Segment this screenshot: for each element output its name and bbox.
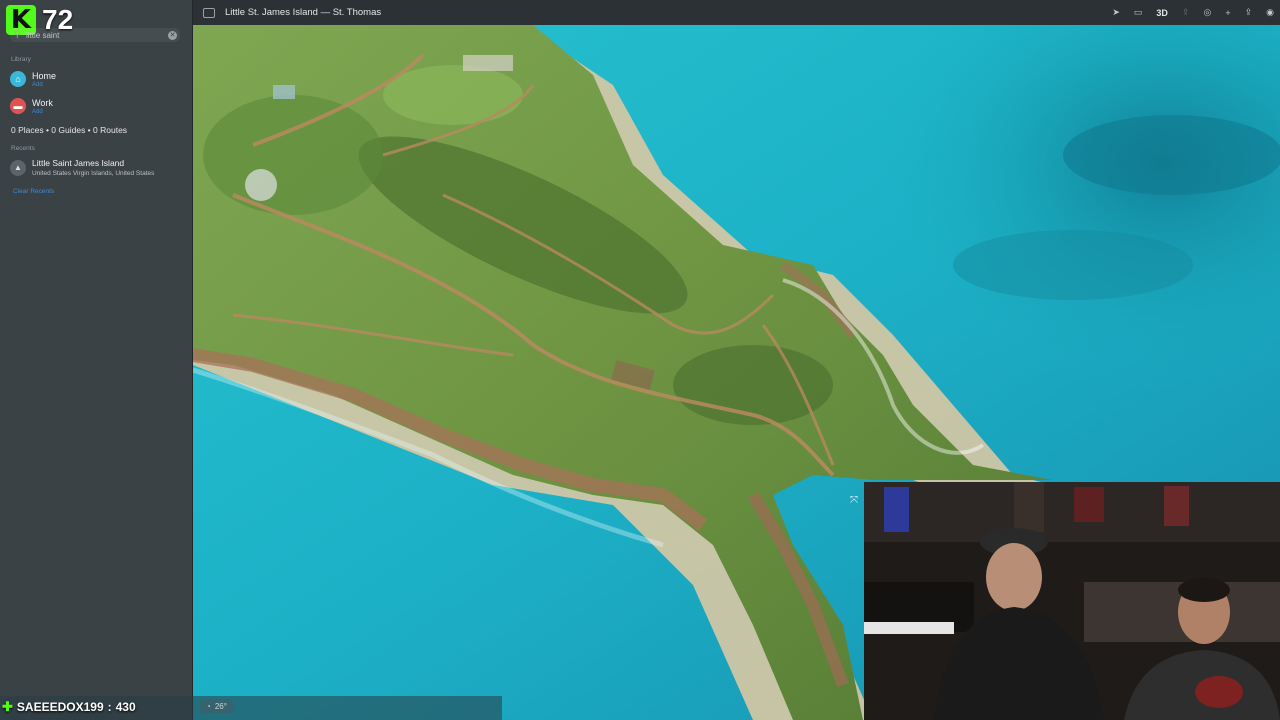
clear-recents-link[interactable]: Clear Recents — [13, 188, 54, 195]
search-icon: ⚲ — [14, 29, 21, 39]
toolbar: ➤ ▭ 3D ⇪ ◎ + ⇪ ◉ — [1112, 0, 1274, 25]
favorite-add-link[interactable]: Add — [32, 82, 56, 88]
elevation-indicator[interactable]: ◔ 26° — [200, 699, 233, 713]
3d-toggle-button[interactable]: 3D — [1156, 8, 1168, 18]
mouse-cursor-icon: ⤧ — [850, 495, 858, 506]
favorite-add-link[interactable]: Add — [32, 109, 53, 115]
favorite-home[interactable]: ⌂ Home Add — [10, 71, 56, 88]
share-icon-dim[interactable]: ⇪ — [1182, 7, 1190, 18]
recent-title: Little Saint James Island — [32, 158, 125, 168]
add-icon[interactable]: + — [1225, 8, 1230, 18]
briefcase-icon: ▬ — [10, 98, 26, 114]
favorite-title: Work — [32, 98, 53, 108]
library-counts[interactable]: 0 Places • 0 Guides • 0 Routes — [11, 125, 127, 135]
chat-value: 430 — [115, 700, 136, 714]
favorite-work[interactable]: ▬ Work Add — [10, 98, 53, 115]
tilt-icon: ◔ — [206, 701, 211, 711]
account-icon[interactable]: ◉ — [1266, 7, 1274, 18]
webcam-overlay — [864, 482, 1280, 720]
recents-label: Recents — [11, 145, 35, 152]
webcam-feed — [864, 482, 1280, 720]
sidebar-toggle-icon[interactable] — [203, 7, 215, 18]
elevation-value: 26° — [214, 701, 227, 711]
recent-item[interactable]: ▲ Little Saint James Island United State… — [10, 158, 154, 177]
title-bar: Little St. James Island — St. Thomas ➤ ▭… — [193, 0, 1280, 25]
location-arrow-icon[interactable]: ➤ — [1112, 7, 1120, 18]
share-icon[interactable]: ⇪ — [1245, 7, 1253, 18]
search-input[interactable] — [10, 29, 168, 41]
recent-subtitle: United States Virgin Islands, United Sta… — [32, 170, 155, 177]
house-icon: ⌂ — [10, 71, 26, 87]
window-title: Little St. James Island — St. Thomas — [225, 7, 382, 18]
library-label: Library — [11, 56, 31, 63]
island-pin-icon: ▲ — [10, 160, 26, 176]
chat-highlight: ✚ SAEEEDOX199 : 430 — [2, 699, 136, 715]
look-around-icon[interactable]: ◎ — [1203, 7, 1211, 18]
map-mode-icon[interactable]: ▭ — [1134, 7, 1143, 18]
sidebar: K 72 ⚲ ✕ Library ⌂ Home Add ▬ Work Add 0… — [0, 0, 193, 720]
favorite-title: Home — [32, 71, 57, 81]
plus-icon: ✚ — [2, 699, 13, 714]
search-field[interactable]: ⚲ ✕ — [10, 28, 180, 42]
chat-separator: : — [107, 700, 112, 714]
chat-username: SAEEEDOX199 — [16, 700, 104, 714]
clear-search-icon[interactable]: ✕ — [168, 30, 177, 40]
